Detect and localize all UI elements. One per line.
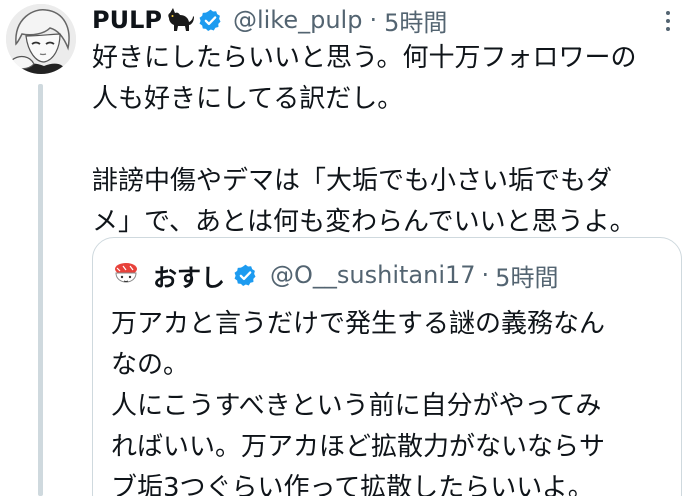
quoted-text-line: ブ垢3つぐらい作って拡散したらいいよ。: [111, 473, 594, 496]
tweet-header: PULP @like_pulp · 5時間: [92, 3, 447, 37]
quoted-handle[interactable]: @O__sushitani17: [270, 261, 476, 289]
quoted-text-line: 人にこうすべきという前に自分がやってみ: [111, 391, 602, 421]
separator-dot: ·: [369, 6, 378, 34]
avatar[interactable]: [6, 4, 76, 74]
more-icon[interactable]: [658, 8, 678, 34]
tweet-text: 好きにしたらいいと思う。何十万フォロワーの 人も好きにしてる訳だし。 誹謗中傷や…: [92, 38, 692, 243]
quoted-tweet[interactable]: おすし @O__sushitani17 · 5時間 万アカと言うだけで発生する謎…: [92, 237, 682, 496]
tweet-text-line: 好きにしたらいいと思う。何十万フォロワーの: [92, 43, 637, 73]
tweet-text-line: 人も好きにしてる訳だし。: [92, 84, 404, 114]
separator-dot: ·: [481, 261, 490, 289]
quoted-tweet-text: 万アカと言うだけで発生する謎の義務なん なの。 人にこうすべきという前に自分がや…: [111, 304, 671, 496]
verified-badge-icon: [198, 8, 223, 33]
quoted-display-name[interactable]: おすし: [153, 258, 225, 293]
timestamp[interactable]: 5時間: [384, 3, 447, 38]
handle[interactable]: @like_pulp: [233, 6, 363, 34]
quoted-avatar: [111, 260, 141, 290]
quoted-text-line: 万アカと言うだけで発生する謎の義務なん: [111, 309, 606, 339]
quoted-timestamp[interactable]: 5時間: [495, 258, 558, 293]
display-name[interactable]: PULP: [92, 6, 162, 34]
quoted-text-line: ればいい。万アカほど拡散力がないならサ: [111, 432, 606, 462]
thread-line: [38, 84, 43, 496]
quoted-text-line: なの。: [111, 350, 190, 380]
black-cat-emoji: [164, 7, 194, 33]
verified-badge-icon: [233, 263, 258, 288]
tweet-text-line: 誹謗中傷やデマは「大垢でも小さい垢でもダ: [92, 166, 613, 196]
tweet[interactable]: PULP @like_pulp · 5時間 好きにしたらいいと思う。何十万フォロ…: [0, 0, 696, 496]
quoted-tweet-header: おすし @O__sushitani17 · 5時間: [111, 256, 558, 294]
